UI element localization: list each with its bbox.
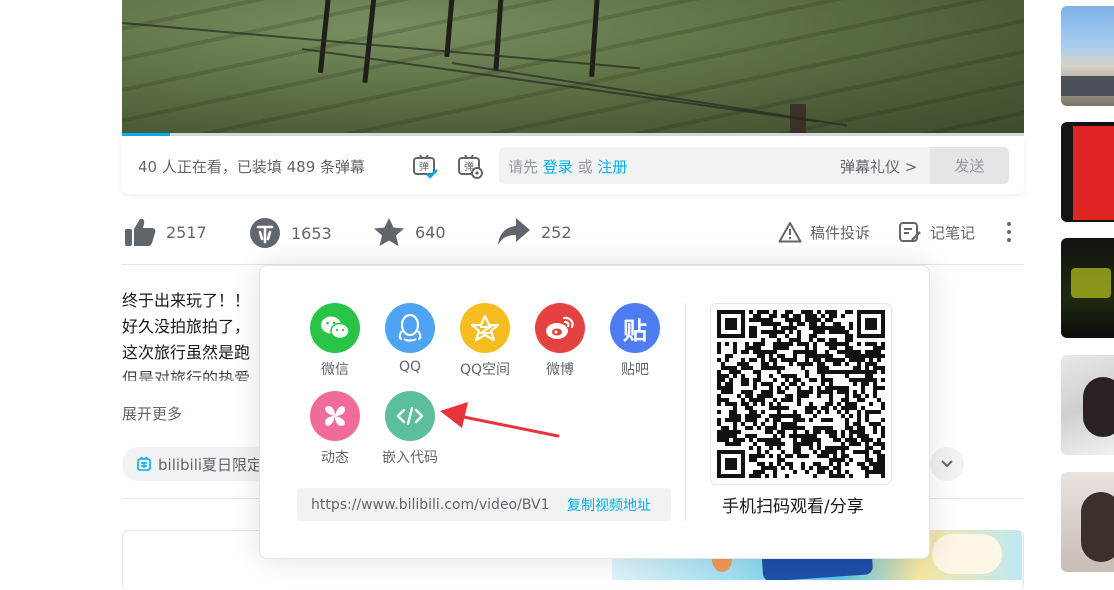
topic-icon xyxy=(137,456,151,471)
thumb-person xyxy=(1081,492,1114,562)
fence-post xyxy=(444,0,455,58)
svg-text:弹: 弹 xyxy=(419,160,429,173)
tieba-icon: 贴 xyxy=(610,303,660,353)
notes-label: 记笔记 xyxy=(930,223,976,242)
chevron-down-icon xyxy=(941,460,953,468)
expand-more-link[interactable]: 展开更多 xyxy=(122,403,182,424)
video-url: https://www.bilibili.com/video/BV1 xyxy=(311,496,550,513)
share-label: 嵌入代码 xyxy=(382,450,438,466)
danmaku-placeholder: 请先 登录 或 注册 xyxy=(508,156,627,177)
topic-tag-label: bilibili夏日限定 xyxy=(158,455,263,474)
related-video-thumbnail[interactable] xyxy=(1061,355,1114,455)
share-button[interactable]: 252 xyxy=(497,217,572,247)
thumb-yellow-text xyxy=(1071,268,1111,298)
related-video-thumbnail[interactable] xyxy=(1061,238,1114,338)
coin-count: 1653 xyxy=(291,223,332,243)
more-vertical-icon xyxy=(1007,222,1011,242)
share-label: 贴吧 xyxy=(621,362,649,378)
notes-button[interactable]: 记笔记 xyxy=(898,221,975,243)
login-link[interactable]: 登录 xyxy=(543,158,573,176)
viewer-count-text: 40 人正在看，已装填 489 条弹幕 xyxy=(138,158,366,176)
share-embed-code-button[interactable]: 嵌入代码 xyxy=(380,391,440,467)
share-arrow-icon xyxy=(498,218,530,245)
like-button[interactable]: 2517 xyxy=(124,217,207,247)
dynamic-icon xyxy=(310,391,360,441)
weibo-icon xyxy=(535,303,585,353)
share-qq-button[interactable]: QQ xyxy=(380,303,440,375)
thumb-person xyxy=(1083,377,1114,437)
thumb-road xyxy=(1061,76,1114,96)
related-video-thumbnail[interactable] xyxy=(1061,6,1114,106)
annotation-arrow xyxy=(440,402,560,438)
placeholder-prefix: 请先 xyxy=(508,158,539,176)
share-weibo-button[interactable]: 微博 xyxy=(530,303,590,379)
danmaku-etiquette-link[interactable]: 弹幕礼仪 > xyxy=(840,156,917,177)
coin-icon xyxy=(250,218,280,248)
share-dynamic-button[interactable]: 动态 xyxy=(305,391,365,467)
banner-figure xyxy=(932,534,1002,574)
note-icon xyxy=(899,222,921,242)
popup-divider xyxy=(685,303,686,521)
fence-wire xyxy=(122,22,641,70)
description-fade xyxy=(122,370,262,396)
related-video-thumbnail[interactable] xyxy=(1061,472,1114,572)
more-menu-button[interactable] xyxy=(1002,220,1016,244)
qr-code-image xyxy=(717,310,885,478)
fence-post xyxy=(317,0,332,74)
video-player[interactable] xyxy=(122,0,1024,136)
share-wechat-button[interactable]: 微信 xyxy=(305,303,365,379)
qr-caption: 手机扫码观看/分享 xyxy=(722,497,864,517)
warning-icon xyxy=(778,222,802,243)
placeholder-or: 或 xyxy=(577,158,593,176)
report-button[interactable]: 稿件投诉 xyxy=(778,221,870,243)
qzone-icon xyxy=(460,303,510,353)
qq-icon xyxy=(385,303,435,353)
topic-tag[interactable]: bilibili夏日限定 xyxy=(122,447,272,481)
coin-button[interactable]: 1653 xyxy=(249,217,332,249)
fence-wire xyxy=(451,62,848,127)
star-icon xyxy=(374,218,404,246)
share-tieba-button[interactable]: 贴 贴吧 xyxy=(605,303,665,379)
favorite-count: 640 xyxy=(415,222,446,242)
share-count: 252 xyxy=(541,222,572,242)
related-video-thumbnail[interactable] xyxy=(1061,122,1114,222)
danmaku-settings-button[interactable]: 弹 xyxy=(455,151,485,181)
fence-post xyxy=(493,0,504,72)
danmaku-settings-icon: 弹 xyxy=(458,154,483,179)
danmaku-toggle-button[interactable]: 弹 xyxy=(410,151,440,181)
share-label: 微博 xyxy=(546,362,574,378)
share-label: QQ xyxy=(398,359,422,375)
danmaku-on-icon: 弹 xyxy=(413,154,438,179)
qr-code xyxy=(710,303,892,485)
copy-url-button[interactable]: 复制视频地址 xyxy=(567,495,651,515)
video-url-box: https://www.bilibili.com/video/BV1 复制视频地… xyxy=(297,488,671,521)
share-label: QQ空间 xyxy=(459,362,511,378)
tags-expand-button[interactable] xyxy=(930,447,964,481)
thumb-red-text xyxy=(1073,126,1114,220)
wechat-icon xyxy=(310,303,360,353)
thumbs-up-icon xyxy=(125,218,156,246)
tieba-glyph: 贴 xyxy=(623,316,647,345)
fence-post xyxy=(362,0,377,84)
like-count: 2517 xyxy=(166,222,207,242)
fence-wire xyxy=(301,48,818,123)
favorite-button[interactable]: 640 xyxy=(373,217,446,247)
embed-code-icon xyxy=(385,391,435,441)
report-label: 稿件投诉 xyxy=(810,223,871,242)
share-qzone-button[interactable]: QQ空间 xyxy=(455,303,515,379)
send-button[interactable]: 发送 xyxy=(930,147,1009,184)
share-label: 动态 xyxy=(321,450,349,466)
register-link[interactable]: 注册 xyxy=(597,158,627,176)
share-label: 微信 xyxy=(321,362,349,378)
